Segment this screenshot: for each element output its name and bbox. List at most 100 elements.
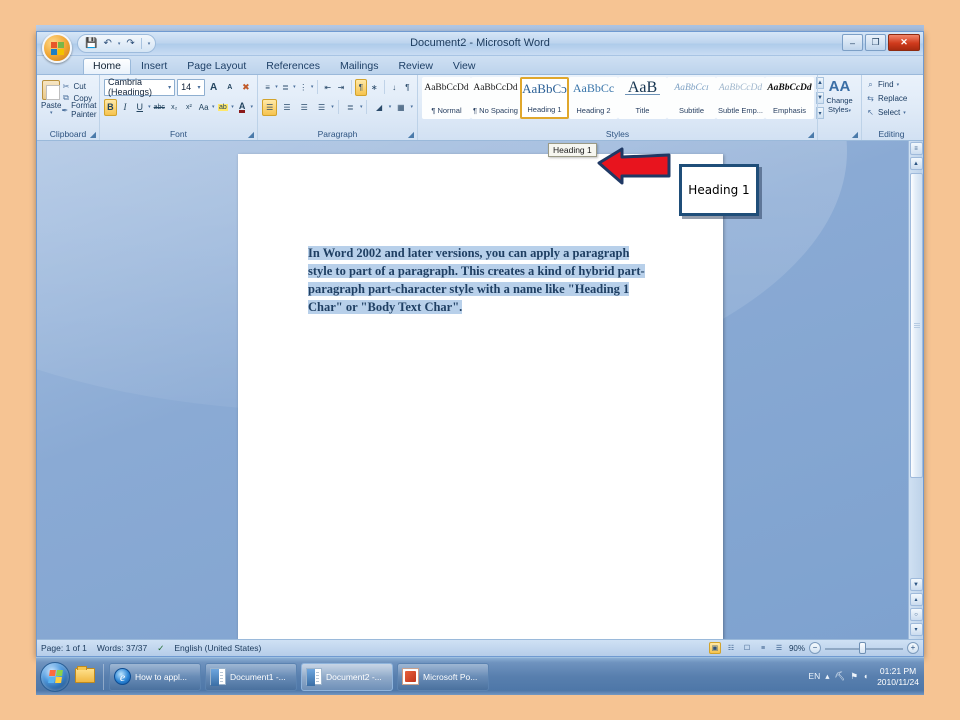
zoom-slider[interactable] [825, 642, 903, 654]
font-color-dropdown-icon[interactable]: ▾ [250, 104, 253, 110]
restore-button[interactable]: ❐ [865, 34, 886, 51]
font-color-button[interactable]: A [236, 99, 249, 116]
zoom-slider-thumb[interactable] [859, 642, 866, 654]
underline-button[interactable]: U [133, 99, 146, 116]
find-button[interactable]: ⌕ Find ▾ [866, 78, 917, 91]
minimize-button[interactable]: – [842, 34, 863, 51]
align-right-button[interactable]: ☰ [297, 99, 312, 116]
windows-explorer-button[interactable] [75, 668, 95, 686]
decrease-indent-button[interactable]: ⇤ [322, 79, 333, 96]
bold-button[interactable]: B [104, 99, 117, 116]
styles-pane-launcher-icon[interactable]: ◢ [852, 129, 858, 141]
highlight-dropdown-icon[interactable]: ▾ [231, 104, 234, 110]
office-button[interactable] [42, 33, 72, 63]
shading-button[interactable]: ◢ [371, 99, 386, 116]
view-full-screen-reading-button[interactable]: ☷ [725, 642, 737, 654]
text-direction-button[interactable]: ¶ [355, 79, 366, 96]
tab-mailings[interactable]: Mailings [330, 58, 389, 75]
align-center-button[interactable]: ☰ [279, 99, 294, 116]
sort-button[interactable]: ↓ [388, 79, 399, 96]
paragraph-dialog-launcher-icon[interactable]: ◢ [408, 129, 414, 141]
font-size-combobox[interactable]: 14 ▾ [177, 79, 204, 96]
underline-dropdown-icon[interactable]: ▾ [148, 104, 151, 110]
borders-button[interactable]: ▦ [393, 99, 408, 116]
document-paragraph[interactable]: In Word 2002 and later versions, you can… [308, 244, 646, 316]
select-dropdown-icon[interactable]: ▾ [903, 110, 906, 116]
tab-insert[interactable]: Insert [131, 58, 177, 75]
show-hidden-icons-icon[interactable]: ▴ [825, 672, 829, 681]
bullets-button[interactable]: ≡ [262, 79, 273, 96]
taskbar-button-browser[interactable]: How to appl... [109, 663, 201, 691]
language-bar[interactable]: EN [808, 672, 820, 681]
change-case-dropdown-icon[interactable]: ▾ [212, 104, 215, 110]
format-painter-button[interactable]: ✒ Format Painter [61, 104, 98, 116]
view-print-layout-button[interactable]: ▣ [709, 642, 721, 654]
style-normal[interactable]: AaBbCcDd ¶ Normal [422, 77, 471, 119]
styles-dialog-launcher-icon[interactable]: ◢ [808, 129, 814, 141]
bullets-dropdown-icon[interactable]: ▾ [275, 84, 278, 90]
tab-view[interactable]: View [443, 58, 486, 75]
text-highlight-button[interactable]: ab [217, 99, 230, 116]
numbering-button[interactable]: ≣ [280, 79, 291, 96]
increase-indent-button[interactable]: ⇥ [335, 79, 346, 96]
page-indicator[interactable]: Page: 1 of 1 [41, 643, 87, 653]
scrollbar-thumb[interactable] [910, 173, 923, 478]
grow-font-button[interactable]: A [207, 79, 221, 96]
numbering-dropdown-icon[interactable]: ▾ [293, 84, 296, 90]
next-page-icon[interactable]: ▾ [910, 623, 923, 636]
paste-dropdown-icon[interactable]: ▾ [41, 110, 61, 116]
tab-home[interactable]: Home [83, 58, 131, 75]
multilevel-list-button[interactable]: ⋮ [298, 79, 309, 96]
proofing-errors-icon[interactable]: ✓ [157, 643, 164, 654]
line-spacing-button[interactable]: ≣ [343, 99, 358, 116]
change-case-button[interactable]: Aa [197, 99, 210, 116]
zoom-in-button[interactable]: + [907, 642, 919, 654]
select-button[interactable]: ↖ Select ▾ [866, 106, 917, 119]
taskbar-button-powerpoint[interactable]: Microsoft Po... [397, 663, 489, 691]
borders-dropdown-icon[interactable]: ▾ [411, 104, 414, 110]
style-emphasis[interactable]: AaBbCcDd Emphasis [765, 77, 814, 119]
change-styles-button[interactable]: AA Change Styles▾ ◢ [817, 75, 861, 140]
view-outline-button[interactable]: ≡ [757, 642, 769, 654]
align-left-button[interactable]: ☰ [262, 99, 277, 116]
action-center-icon[interactable]: ⚑ [850, 672, 858, 681]
font-name-combobox[interactable]: Cambria (Headings) ▾ [104, 79, 175, 96]
vertical-scrollbar[interactable]: ≡ ▲ ▼ ▴ ○ ▾ [908, 141, 923, 639]
network-icon[interactable]: ⛏ [835, 672, 846, 681]
view-web-layout-button[interactable]: ☐ [741, 642, 753, 654]
tab-page-layout[interactable]: Page Layout [177, 58, 256, 75]
style-heading-2[interactable]: AaBbCc Heading 2 [569, 77, 618, 119]
style-no-spacing[interactable]: AaBbCcDd ¶ No Spacing [471, 77, 520, 119]
superscript-button[interactable]: x² [183, 99, 196, 116]
rtl-button[interactable]: ∗ [369, 79, 380, 96]
style-subtle-emphasis[interactable]: AaBbCcDd Subtle Emp... [716, 77, 765, 119]
change-styles-dropdown-icon[interactable]: ▾ [848, 108, 851, 114]
taskbar-clock[interactable]: 01:21 PM 2010/11/24 [873, 666, 919, 688]
language-indicator[interactable]: English (United States) [174, 643, 261, 653]
clear-formatting-button[interactable]: ✖ [239, 79, 253, 96]
start-button[interactable] [40, 662, 70, 692]
replace-button[interactable]: ⇆ Replace [866, 92, 917, 105]
split-window-icon[interactable]: ≡ [910, 142, 923, 155]
taskbar-button-document1[interactable]: Document1 -... [205, 663, 297, 691]
find-dropdown-icon[interactable]: ▾ [897, 82, 900, 88]
taskbar-button-document2[interactable]: Document2 -... [301, 663, 393, 691]
previous-page-icon[interactable]: ▴ [910, 593, 923, 606]
select-browse-object-icon[interactable]: ○ [910, 608, 923, 621]
zoom-out-button[interactable]: − [809, 642, 821, 654]
cut-button[interactable]: ✂ Cut [61, 80, 98, 92]
subscript-button[interactable]: x₂ [168, 99, 181, 116]
paste-button[interactable]: Paste ▾ [41, 78, 61, 128]
font-dialog-launcher-icon[interactable]: ◢ [248, 129, 254, 141]
shrink-font-button[interactable]: A [223, 79, 237, 96]
close-button[interactable]: ✕ [888, 34, 920, 51]
style-subtitle[interactable]: AaBbCcɪ Subtitle [667, 77, 716, 119]
style-heading-1[interactable]: AaBbCɔ Heading 1 [520, 77, 569, 119]
show-formatting-marks-button[interactable]: ¶ [402, 79, 413, 96]
justify-button[interactable]: ☰ [314, 99, 329, 116]
scroll-down-icon[interactable]: ▼ [910, 578, 923, 591]
clipboard-dialog-launcher-icon[interactable]: ◢ [90, 129, 96, 141]
style-title[interactable]: AaB Title [618, 77, 667, 119]
justify-dropdown-icon[interactable]: ▾ [331, 104, 334, 110]
tab-review[interactable]: Review [388, 58, 442, 75]
